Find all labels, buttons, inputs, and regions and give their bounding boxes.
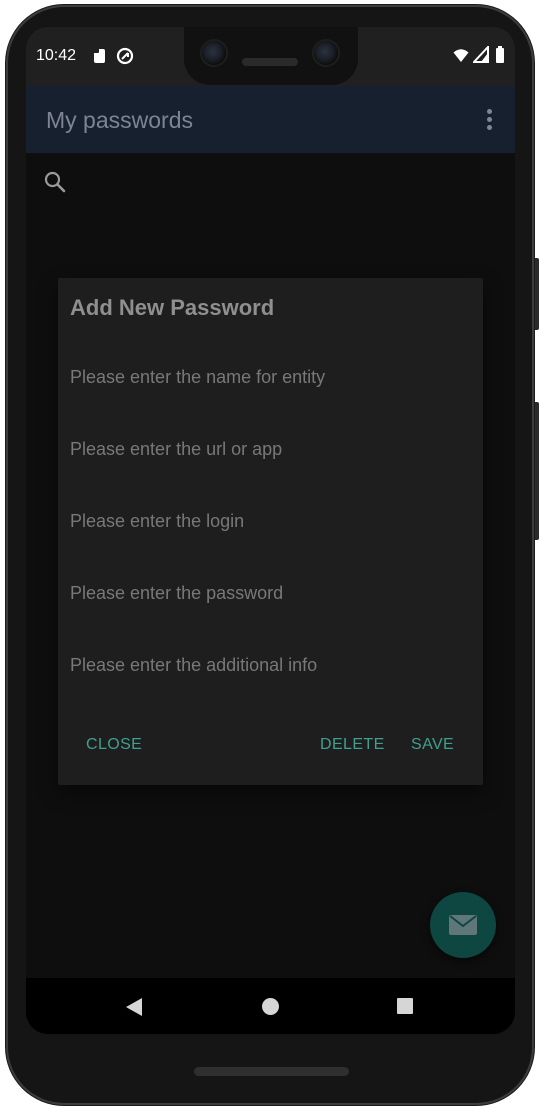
dialog-title: Add New Password <box>70 295 275 320</box>
overflow-menu-icon[interactable] <box>479 109 499 131</box>
earpiece-speaker <box>242 58 298 66</box>
additional-info-field[interactable] <box>70 645 470 685</box>
sync-icon <box>116 47 134 65</box>
recents-icon[interactable] <box>397 998 413 1014</box>
app-bar: My passwords <box>26 86 515 153</box>
search-bar[interactable] <box>26 153 515 209</box>
url-field[interactable] <box>70 429 470 469</box>
back-icon[interactable] <box>125 997 143 1017</box>
volume-button <box>535 258 539 330</box>
status-time: 10:42 <box>36 47 77 64</box>
compose-fab[interactable] <box>430 892 496 958</box>
sd-card-icon <box>94 49 105 63</box>
wifi-icon <box>453 49 469 62</box>
login-field[interactable] <box>70 501 470 541</box>
close-button[interactable]: CLOSE <box>86 736 142 754</box>
battery-icon <box>496 46 504 63</box>
front-camera-secondary <box>314 41 338 65</box>
bottom-speaker-grille <box>194 1067 349 1076</box>
front-camera <box>202 41 226 65</box>
signal-icon <box>473 46 489 63</box>
camera-notch <box>184 27 358 85</box>
password-field[interactable] <box>70 573 470 613</box>
add-password-dialog: Add New Password CLOSE DELETE SAVE <box>58 278 483 785</box>
app-title: My passwords <box>46 107 193 133</box>
delete-button[interactable]: DELETE <box>320 736 385 754</box>
navigation-bar <box>26 978 515 1034</box>
entity-name-field[interactable] <box>70 357 470 397</box>
power-button <box>535 402 539 540</box>
save-button[interactable]: SAVE <box>411 736 454 754</box>
mail-icon <box>449 915 477 935</box>
home-icon[interactable] <box>262 998 279 1015</box>
search-icon[interactable] <box>43 170 67 194</box>
